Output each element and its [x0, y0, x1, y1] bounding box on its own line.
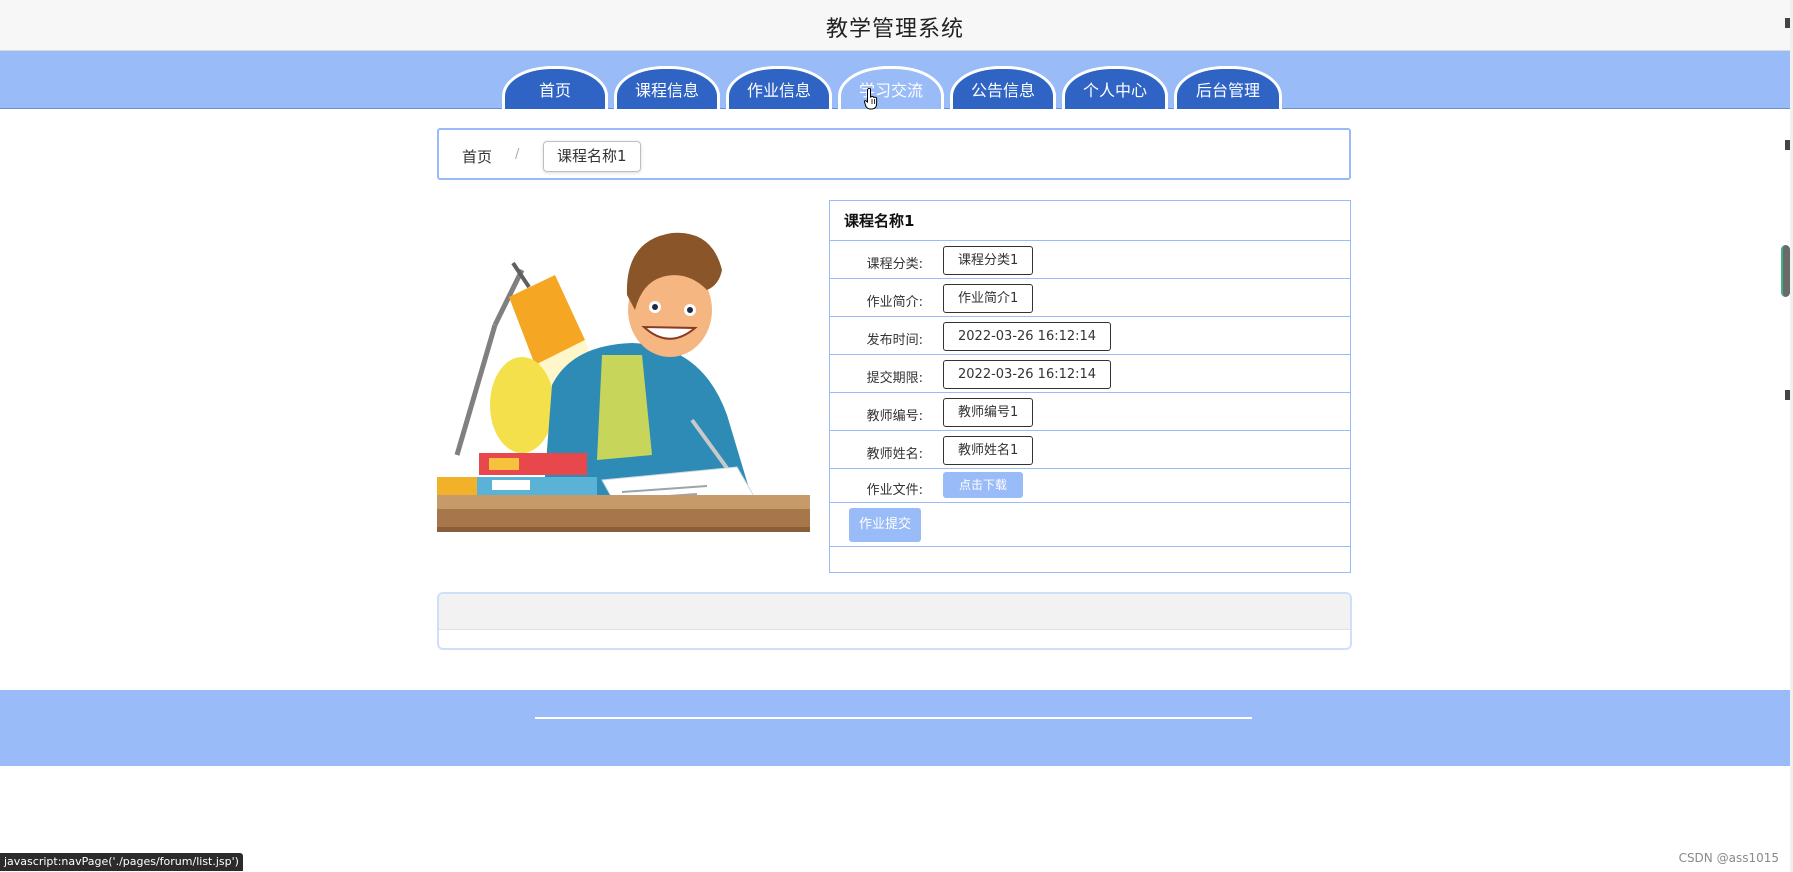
- window-edge-mark: [1785, 390, 1790, 400]
- detail-label: 作业简介:: [866, 295, 923, 310]
- breadcrumb-home-link[interactable]: 首页: [462, 146, 492, 167]
- course-detail-table: 课程名称1 课程分类: 课程分类1 作业简介: 作业简介1 发布时间: 2022…: [829, 200, 1351, 573]
- nav-tab-admin[interactable]: 后台管理: [1174, 66, 1282, 109]
- comments-panel: [437, 592, 1352, 650]
- nav-tab-homework[interactable]: 作业信息: [726, 66, 832, 109]
- scrollbar-thumb[interactable]: [1781, 245, 1790, 297]
- breadcrumb-current: 课程名称1: [543, 141, 641, 172]
- course-illustration: [437, 232, 810, 532]
- nav-tab-forum[interactable]: 学习交流: [838, 66, 944, 109]
- detail-row-teacher-name: 教师姓名: 教师姓名1: [830, 431, 1350, 469]
- detail-row-file: 作业文件: 点击下载: [830, 469, 1350, 503]
- nav-tab-profile[interactable]: 个人中心: [1062, 66, 1168, 109]
- nav-tab-notices[interactable]: 公告信息: [950, 66, 1056, 109]
- detail-row-deadline: 提交期限: 2022-03-26 16:12:14: [830, 355, 1350, 393]
- watermark: CSDN @ass1015: [1678, 851, 1779, 865]
- nav-tab-courses[interactable]: 课程信息: [614, 66, 720, 109]
- breadcrumb: 首页 / 课程名称1: [437, 128, 1351, 180]
- detail-label: 发布时间:: [866, 333, 923, 348]
- link-status-bar: javascript:navPage('./pages/forum/list.j…: [0, 853, 243, 871]
- detail-value: 作业简介1: [943, 284, 1034, 313]
- breadcrumb-separator: /: [515, 147, 520, 162]
- detail-value: 2022-03-26 16:12:14: [943, 360, 1112, 389]
- detail-label: 教师编号:: [866, 409, 923, 424]
- detail-value: 教师姓名1: [943, 436, 1034, 465]
- top-header: 教学管理系统: [0, 0, 1790, 51]
- window-edge-mark: [1785, 140, 1790, 150]
- submit-homework-button[interactable]: 作业提交: [849, 508, 921, 542]
- detail-row-publish-time: 发布时间: 2022-03-26 16:12:14: [830, 317, 1350, 355]
- detail-value: 教师编号1: [943, 398, 1034, 427]
- nav-tab-home[interactable]: 首页: [502, 66, 608, 109]
- detail-row-submit: 作业提交: [830, 503, 1350, 547]
- detail-row-intro: 作业简介: 作业简介1: [830, 279, 1350, 317]
- footer-divider: [535, 717, 1252, 719]
- course-name-heading: 课程名称1: [830, 201, 1350, 241]
- detail-label: 作业文件:: [866, 483, 923, 498]
- site-title: 教学管理系统: [825, 17, 964, 42]
- comments-panel-header: [439, 594, 1350, 630]
- detail-label: 教师姓名:: [866, 447, 923, 462]
- detail-value: 2022-03-26 16:12:14: [943, 322, 1112, 351]
- nav-bar: 首页 课程信息 作业信息 学习交流 公告信息 个人中心 后台管理: [0, 51, 1790, 109]
- main-nav: 首页 课程信息 作业信息 学习交流 公告信息 个人中心 后台管理: [502, 66, 1282, 109]
- detail-row-teacher-id: 教师编号: 教师编号1: [830, 393, 1350, 431]
- detail-label: 提交期限:: [866, 371, 923, 386]
- download-button[interactable]: 点击下载: [943, 472, 1023, 498]
- detail-row-category: 课程分类: 课程分类1: [830, 241, 1350, 279]
- detail-value: 课程分类1: [943, 246, 1034, 275]
- hand-pointer-icon: [864, 88, 878, 110]
- page: 教学管理系统 首页 课程信息 作业信息 学习交流 公告信息 个人中心 后台管理 …: [0, 0, 1793, 872]
- detail-label: 课程分类:: [866, 257, 923, 272]
- footer: [0, 690, 1790, 766]
- window-edge-mark: [1785, 18, 1790, 28]
